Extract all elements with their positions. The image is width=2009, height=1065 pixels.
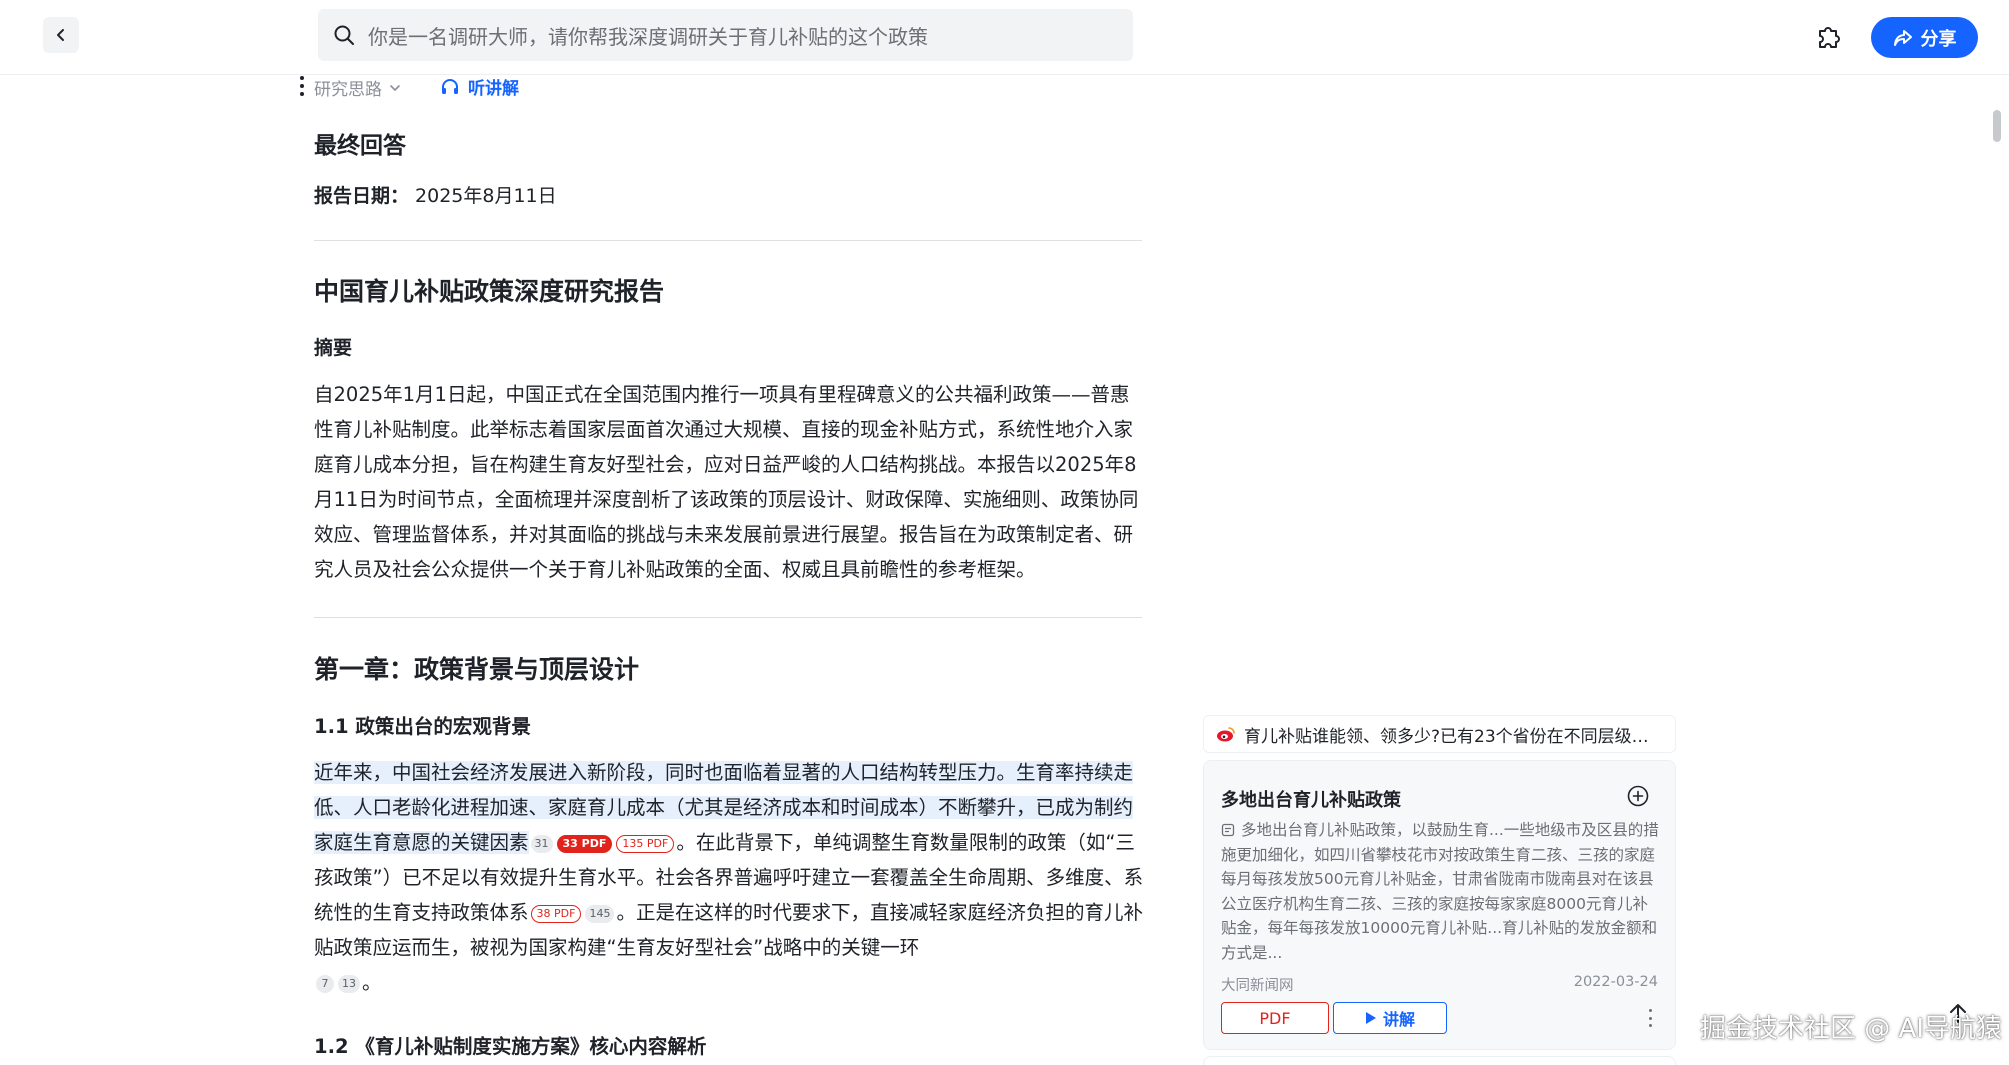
report-date-value: 2025年8月11日 <box>415 185 557 207</box>
source-card[interactable]: 多地出台育儿补贴政策 多地出台育儿补贴政策，以鼓励生育...一些地级市及区县的措… <box>1203 760 1676 1050</box>
abstract-heading: 摘要 <box>314 337 353 359</box>
share-label: 分享 <box>1920 28 1957 50</box>
scrollbar-track[interactable] <box>1995 75 2009 1065</box>
top-bar: 你是一名调研大师，请你帮我深度调研关于育儿补贴的这个政策 分享 <box>0 0 2009 75</box>
listen-button[interactable]: 听讲解 <box>440 74 519 99</box>
card-title: 多地出台育儿补贴政策 <box>1221 790 1401 811</box>
search-query: 你是一名调研大师，请你帮我深度调研关于育儿补贴的这个政策 <box>368 24 928 49</box>
plugin-button[interactable] <box>1812 19 1846 53</box>
citation-badge[interactable]: 13 <box>338 975 360 993</box>
pdf-citation-badge[interactable]: 38 PDF <box>530 905 582 923</box>
card-date: 2022-03-24 <box>1573 974 1658 990</box>
divider <box>314 617 1142 618</box>
puzzle-icon <box>1819 27 1840 48</box>
scrollbar-thumb[interactable] <box>1993 110 2001 142</box>
thinking-label: 研究思路 <box>314 80 382 100</box>
source-title-bar[interactable]: 育儿补贴谁能领、领多少?已有23个省份在不同层级… <box>1203 715 1676 753</box>
chevron-left-icon <box>57 29 64 41</box>
section-heading: 1.2 《育儿补贴制度实施方案》核心内容解析 <box>314 1035 707 1058</box>
listen-label: 听讲解 <box>468 79 519 99</box>
search-icon <box>334 25 354 45</box>
play-icon <box>1365 1012 1376 1024</box>
headphones-icon <box>442 78 458 94</box>
share-icon <box>1893 29 1912 46</box>
weibo-icon <box>1217 727 1235 742</box>
drag-handle[interactable] <box>299 76 305 96</box>
chapter-heading: 第一章：政策背景与顶层设计 <box>314 655 640 684</box>
report-date: 报告日期： 2025年8月11日 <box>314 181 557 208</box>
back-button[interactable] <box>43 17 79 53</box>
search-input[interactable]: 你是一名调研大师，请你帮我深度调研关于育儿补贴的这个政策 <box>318 9 1133 61</box>
final-answer-heading: 最终回答 <box>314 133 406 159</box>
citation-badge[interactable]: 145 <box>585 905 615 923</box>
divider <box>314 240 1142 241</box>
report-title: 中国育儿补贴政策深度研究报告 <box>314 277 665 306</box>
explain-button-label: 讲解 <box>1382 1010 1415 1029</box>
next-source-card[interactable] <box>1203 1056 1676 1065</box>
card-desc-text: 多地出台育儿补贴政策，以鼓励生育...一些地级市及区县的措施更加细化，如四川省攀… <box>1221 821 1659 962</box>
citation-badge[interactable]: 31 <box>530 835 553 853</box>
chevron-down-icon <box>390 84 400 91</box>
pdf-citation-badge[interactable]: 33 PDF <box>556 835 613 853</box>
section-heading: 1.1 政策出台的宏观背景 <box>314 715 531 738</box>
paragraph-text: 。 <box>362 971 382 994</box>
pdf-citation-badge[interactable]: 135 PDF <box>616 835 675 853</box>
more-options-icon[interactable] <box>1642 1009 1658 1027</box>
section-paragraph: 近年来，中国社会经济发展进入新阶段，同时也面临着显著的人口结构转型压力。生育率持… <box>314 755 1144 1000</box>
document-icon <box>1221 823 1235 837</box>
card-source: 大同新闻网 <box>1221 978 1294 994</box>
pdf-button[interactable]: PDF <box>1221 1002 1329 1034</box>
research-thinking-toggle[interactable]: 研究思路 <box>314 75 402 100</box>
source-title: 育儿补贴谁能领、领多少?已有23个省份在不同层级… <box>1244 726 1649 747</box>
share-button[interactable]: 分享 <box>1871 17 1978 58</box>
explain-button[interactable]: 讲解 <box>1333 1002 1447 1034</box>
report-date-label: 报告日期： <box>314 185 410 207</box>
abstract-paragraph: 自2025年1月1日起，中国正式在全国范围内推行一项具有里程碑意义的公共福利政策… <box>314 383 1139 581</box>
pdf-button-label: PDF <box>1259 1008 1291 1028</box>
card-description: 多地出台育儿补贴政策，以鼓励生育...一些地级市及区县的措施更加细化，如四川省攀… <box>1221 818 1661 965</box>
watermark: 掘金技术社区 @ AI导航猿 <box>1700 1014 2002 1044</box>
citation-badge[interactable]: 7 <box>316 975 334 993</box>
add-circle-icon[interactable] <box>1626 784 1650 808</box>
